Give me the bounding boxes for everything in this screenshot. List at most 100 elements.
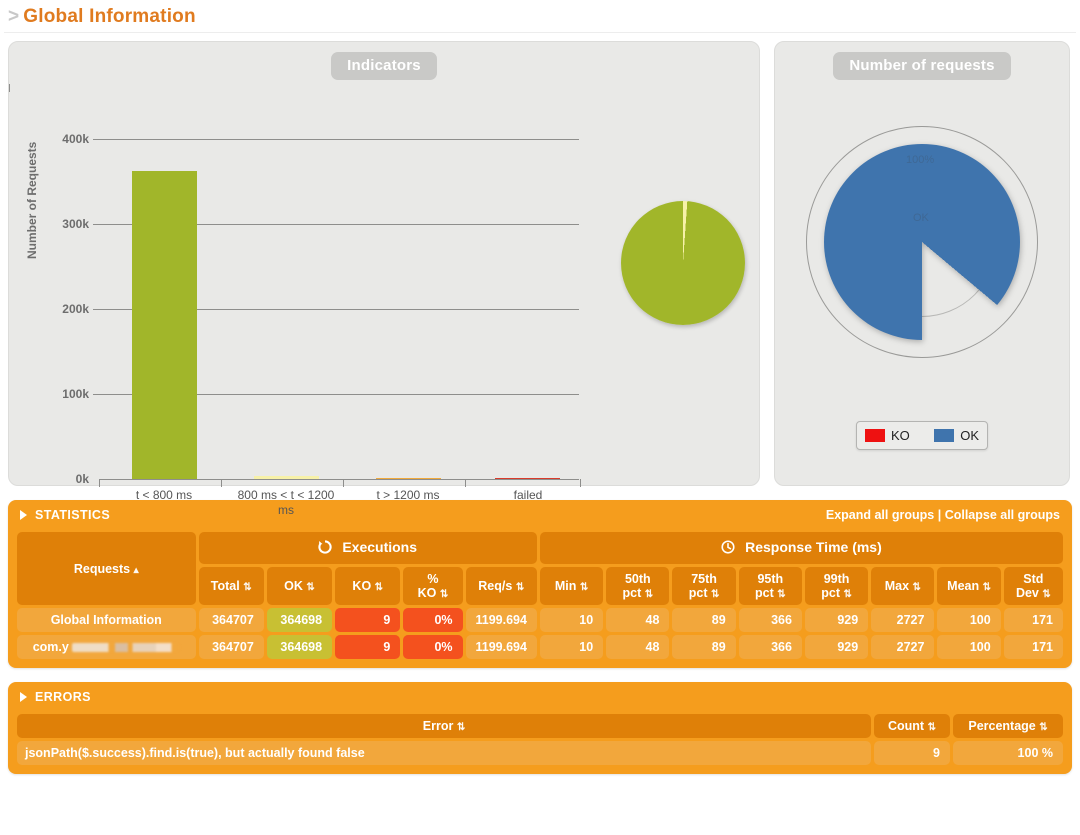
- col-p95[interactable]: 95th pct ⇅: [738, 567, 802, 605]
- col-total-label: Total: [210, 579, 240, 593]
- ytick-mark-200k: [93, 309, 100, 310]
- col-max-label: Max: [884, 579, 910, 593]
- col-std-line2: Dev: [1015, 586, 1039, 600]
- legend-swatch-ko-icon: [865, 429, 885, 442]
- ytick-label-100k: 100k: [62, 387, 89, 401]
- statistics-label: STATISTICS: [35, 508, 111, 522]
- col-p95-line2: pct: [755, 586, 774, 600]
- xtick-dummy: [9, 84, 10, 92]
- col-reqs-label: Req/s: [478, 579, 513, 593]
- sort-icon-count: ⇅: [927, 722, 936, 733]
- pie-legend: KO OK: [856, 421, 988, 450]
- row-name-request[interactable]: com.y: [17, 635, 196, 659]
- breadcrumb-chevron-icon: >: [8, 6, 20, 27]
- row0-min: 10: [539, 608, 604, 632]
- bar-chart-y-axis-label: Number of Requests: [25, 141, 39, 259]
- xtick-1: [221, 479, 222, 487]
- table-row[interactable]: com.y 364707 364698 9 0% 1199.694 10 48 …: [17, 635, 1063, 659]
- bar-t-lt-800ms: [132, 171, 197, 479]
- expand-triangle-icon[interactable]: [20, 510, 27, 520]
- charts-row: Indicators Number of Requests 400k 300k …: [0, 33, 1080, 517]
- row0-pct-ko: 0%: [403, 608, 463, 632]
- col-max[interactable]: Max ⇅: [871, 567, 935, 605]
- row1-p75: 89: [672, 635, 736, 659]
- col-count[interactable]: Count ⇅: [874, 714, 950, 738]
- expand-all-groups-link[interactable]: Expand all groups: [826, 508, 934, 522]
- col-pct-ko-line2: KO: [417, 586, 437, 600]
- col-mean[interactable]: Mean ⇅: [937, 567, 1001, 605]
- row1-mean: 100: [937, 635, 1001, 659]
- xlabel-t-gt-1200ms: t > 1200 ms: [376, 488, 440, 502]
- col-error-label: Error: [422, 719, 454, 733]
- col-p75[interactable]: 75th pct ⇅: [672, 567, 736, 605]
- legend-item-ko[interactable]: KO: [865, 428, 910, 443]
- col-total[interactable]: Total ⇅: [198, 567, 264, 605]
- row1-std-dev: 171: [1003, 635, 1063, 659]
- col-p95-line1: 95th: [757, 572, 784, 586]
- row0-p75: 89: [672, 608, 736, 632]
- col-min[interactable]: Min ⇅: [539, 567, 604, 605]
- col-std-dev[interactable]: Std Dev ⇅: [1003, 567, 1063, 605]
- statistics-section: STATISTICS Expand all groups | Collapse …: [8, 500, 1072, 668]
- group-response-time-label: Response Time (ms): [745, 539, 882, 555]
- statistics-header: STATISTICS Expand all groups | Collapse …: [14, 506, 1066, 529]
- row0-ko: 9: [335, 608, 401, 632]
- group-executions: Executions: [198, 532, 537, 564]
- collapse-all-groups-link[interactable]: Collapse all groups: [945, 508, 1060, 522]
- table-row[interactable]: Global Information 364707 364698 9 0% 11…: [17, 608, 1063, 632]
- row0-mean: 100: [937, 608, 1001, 632]
- errors-expand-triangle-icon[interactable]: [20, 692, 27, 702]
- col-p50-line1: 50th: [624, 572, 651, 586]
- statistics-table: Requests ▴ Executions Response Time (ms)…: [14, 529, 1066, 662]
- legend-item-ok[interactable]: OK: [934, 428, 979, 443]
- ytick-mark-400k: [93, 139, 100, 140]
- col-error[interactable]: Error ⇅: [17, 714, 871, 738]
- sort-icon-pct-ko: ⇅: [439, 589, 449, 600]
- col-ko-label: KO: [352, 579, 372, 593]
- col-requests[interactable]: Requests ▴: [17, 532, 196, 605]
- col-ok[interactable]: OK ⇅: [266, 567, 333, 605]
- col-p75-line1: 75th: [691, 572, 717, 586]
- row0-std-dev: 171: [1003, 608, 1063, 632]
- col-min-label: Min: [554, 579, 577, 593]
- col-count-label: Count: [888, 719, 925, 733]
- row0-reqs: 1199.694: [465, 608, 537, 632]
- row0-p95: 366: [738, 608, 802, 632]
- col-percentage[interactable]: Percentage ⇅: [953, 714, 1063, 738]
- col-p99[interactable]: 99th pct ⇅: [804, 567, 869, 605]
- col-reqs[interactable]: Req/s ⇅: [465, 567, 537, 605]
- xtick-4: [580, 479, 581, 487]
- gridline-400k: [99, 139, 579, 140]
- col-requests-label: Requests: [73, 561, 131, 576]
- row1-max: 2727: [871, 635, 935, 659]
- errors-header-row: Error ⇅ Count ⇅ Percentage ⇅: [17, 714, 1063, 738]
- error-count: 9: [874, 741, 950, 765]
- indicators-panel: Indicators Number of Requests 400k 300k …: [8, 41, 760, 517]
- col-std-line1: Std: [1023, 572, 1044, 586]
- bar-t-gt-1200ms: [376, 478, 441, 479]
- statistics-group-links: Expand all groups | Collapse all groups: [826, 508, 1060, 522]
- indicators-bar-chart: Number of Requests 400k 300k 200k 100k 0…: [9, 84, 759, 517]
- page-title-text: Global Information: [23, 6, 196, 27]
- sort-icon-p50: ⇅: [644, 589, 654, 600]
- col-ok-label: OK: [284, 579, 303, 593]
- row-name-global[interactable]: Global Information: [17, 608, 196, 632]
- bar-failed: [495, 478, 560, 479]
- legend-label-ok: OK: [960, 428, 979, 443]
- ytick-mark-300k: [93, 224, 100, 225]
- x-axis-line: [99, 479, 579, 480]
- sort-icon-ok: ⇅: [306, 582, 315, 593]
- sort-icon-error: ⇅: [456, 722, 466, 733]
- sort-icon-mean: ⇅: [982, 582, 991, 593]
- col-ko[interactable]: KO ⇅: [335, 567, 401, 605]
- table-row: jsonPath($.success).find.is(true), but a…: [17, 741, 1063, 765]
- col-p50-line2: pct: [622, 586, 642, 600]
- requests-title-text: Number of requests: [833, 52, 1011, 80]
- col-pct-ko[interactable]: % KO ⇅: [403, 567, 463, 605]
- sort-icon-min: ⇅: [579, 582, 589, 593]
- col-p50[interactable]: 50th pct ⇅: [606, 567, 670, 605]
- row1-total: 364707: [198, 635, 264, 659]
- page-title: > Global Information: [0, 0, 1080, 32]
- sort-icon-p95: ⇅: [777, 589, 786, 600]
- row1-pct-ko: 0%: [403, 635, 463, 659]
